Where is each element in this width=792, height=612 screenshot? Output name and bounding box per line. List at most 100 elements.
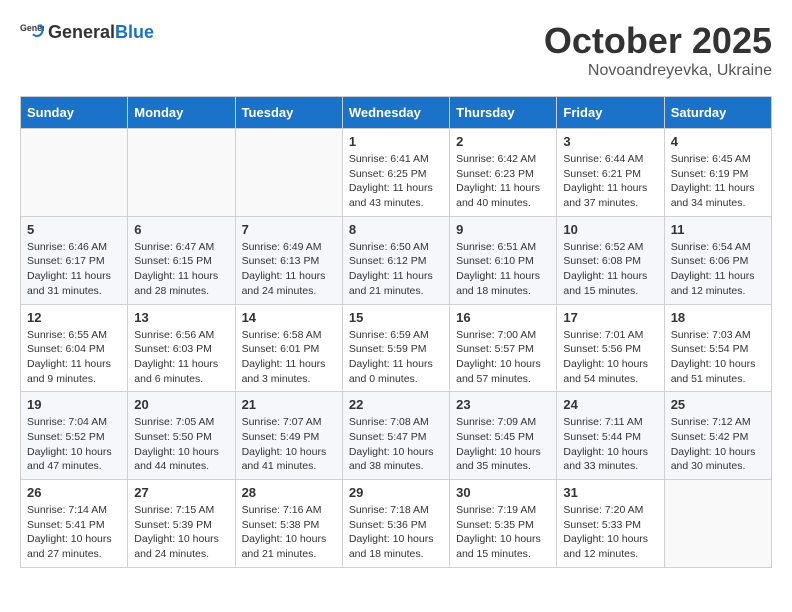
day-info: Sunrise: 6:45 AM Sunset: 6:19 PM Dayligh… <box>671 152 765 211</box>
logo-icon: General <box>20 20 44 44</box>
calendar-cell <box>21 129 128 217</box>
day-number: 22 <box>349 397 443 412</box>
header: General GeneralBlue October 2025 Novoand… <box>20 20 772 80</box>
calendar-cell: 29 Sunrise: 7:18 AM Sunset: 5:36 PM Dayli… <box>342 480 449 568</box>
calendar-cell: 27 Sunrise: 7:15 AM Sunset: 5:39 PM Dayli… <box>128 480 235 568</box>
calendar-cell: 1 Sunrise: 6:41 AM Sunset: 6:25 PM Daylig… <box>342 129 449 217</box>
day-number: 1 <box>349 134 443 149</box>
day-info: Sunrise: 6:44 AM Sunset: 6:21 PM Dayligh… <box>563 152 657 211</box>
day-number: 9 <box>456 222 550 237</box>
day-info: Sunrise: 7:14 AM Sunset: 5:41 PM Dayligh… <box>27 503 121 562</box>
calendar-cell: 24 Sunrise: 7:11 AM Sunset: 5:44 PM Dayli… <box>557 392 664 480</box>
day-info: Sunrise: 7:19 AM Sunset: 5:35 PM Dayligh… <box>456 503 550 562</box>
day-info: Sunrise: 6:50 AM Sunset: 6:12 PM Dayligh… <box>349 240 443 299</box>
weekday-header-sunday: Sunday <box>21 97 128 129</box>
day-info: Sunrise: 7:16 AM Sunset: 5:38 PM Dayligh… <box>242 503 336 562</box>
weekday-header-wednesday: Wednesday <box>342 97 449 129</box>
calendar-cell: 2 Sunrise: 6:42 AM Sunset: 6:23 PM Daylig… <box>450 129 557 217</box>
day-info: Sunrise: 6:56 AM Sunset: 6:03 PM Dayligh… <box>134 328 228 387</box>
day-info: Sunrise: 7:11 AM Sunset: 5:44 PM Dayligh… <box>563 415 657 474</box>
weekday-header-row: SundayMondayTuesdayWednesdayThursdayFrid… <box>21 97 772 129</box>
day-number: 15 <box>349 310 443 325</box>
calendar-cell: 20 Sunrise: 7:05 AM Sunset: 5:50 PM Dayli… <box>128 392 235 480</box>
day-info: Sunrise: 7:20 AM Sunset: 5:33 PM Dayligh… <box>563 503 657 562</box>
day-info: Sunrise: 6:41 AM Sunset: 6:25 PM Dayligh… <box>349 152 443 211</box>
day-number: 6 <box>134 222 228 237</box>
week-row-3: 12 Sunrise: 6:55 AM Sunset: 6:04 PM Dayli… <box>21 304 772 392</box>
logo-blue: Blue <box>115 22 154 43</box>
day-number: 30 <box>456 485 550 500</box>
location-title: Novoandreyevka, Ukraine <box>544 62 772 80</box>
day-info: Sunrise: 7:05 AM Sunset: 5:50 PM Dayligh… <box>134 415 228 474</box>
day-number: 14 <box>242 310 336 325</box>
day-number: 28 <box>242 485 336 500</box>
day-number: 23 <box>456 397 550 412</box>
day-info: Sunrise: 6:52 AM Sunset: 6:08 PM Dayligh… <box>563 240 657 299</box>
day-number: 17 <box>563 310 657 325</box>
day-number: 26 <box>27 485 121 500</box>
week-row-1: 1 Sunrise: 6:41 AM Sunset: 6:25 PM Daylig… <box>21 129 772 217</box>
day-number: 3 <box>563 134 657 149</box>
day-info: Sunrise: 6:49 AM Sunset: 6:13 PM Dayligh… <box>242 240 336 299</box>
day-info: Sunrise: 6:54 AM Sunset: 6:06 PM Dayligh… <box>671 240 765 299</box>
day-info: Sunrise: 7:07 AM Sunset: 5:49 PM Dayligh… <box>242 415 336 474</box>
calendar-cell: 9 Sunrise: 6:51 AM Sunset: 6:10 PM Daylig… <box>450 216 557 304</box>
calendar-cell: 21Sunrise: 7:07 AM Sunset: 5:49 PM Dayli… <box>235 392 342 480</box>
day-info: Sunrise: 7:00 AM Sunset: 5:57 PM Dayligh… <box>456 328 550 387</box>
week-row-4: 19Sunrise: 7:04 AM Sunset: 5:52 PM Dayli… <box>21 392 772 480</box>
week-row-5: 26 Sunrise: 7:14 AM Sunset: 5:41 PM Dayli… <box>21 480 772 568</box>
day-info: Sunrise: 6:42 AM Sunset: 6:23 PM Dayligh… <box>456 152 550 211</box>
calendar-cell: 10 Sunrise: 6:52 AM Sunset: 6:08 PM Dayli… <box>557 216 664 304</box>
calendar-cell: 4 Sunrise: 6:45 AM Sunset: 6:19 PM Daylig… <box>664 129 771 217</box>
logo: General GeneralBlue <box>20 20 154 44</box>
day-number: 8 <box>349 222 443 237</box>
calendar-cell <box>235 129 342 217</box>
day-info: Sunrise: 7:12 AM Sunset: 5:42 PM Dayligh… <box>671 415 765 474</box>
weekday-header-monday: Monday <box>128 97 235 129</box>
day-number: 13 <box>134 310 228 325</box>
day-number: 29 <box>349 485 443 500</box>
day-info: Sunrise: 6:51 AM Sunset: 6:10 PM Dayligh… <box>456 240 550 299</box>
day-number: 27 <box>134 485 228 500</box>
day-info: Sunrise: 7:09 AM Sunset: 5:45 PM Dayligh… <box>456 415 550 474</box>
day-info: Sunrise: 7:18 AM Sunset: 5:36 PM Dayligh… <box>349 503 443 562</box>
calendar-cell: 22 Sunrise: 7:08 AM Sunset: 5:47 PM Dayli… <box>342 392 449 480</box>
day-number: 10 <box>563 222 657 237</box>
day-info: Sunrise: 6:59 AM Sunset: 5:59 PM Dayligh… <box>349 328 443 387</box>
day-number: 19 <box>27 397 121 412</box>
day-info: Sunrise: 7:08 AM Sunset: 5:47 PM Dayligh… <box>349 415 443 474</box>
day-info: Sunrise: 6:55 AM Sunset: 6:04 PM Dayligh… <box>27 328 121 387</box>
calendar-cell: 23 Sunrise: 7:09 AM Sunset: 5:45 PM Dayli… <box>450 392 557 480</box>
calendar-cell: 15 Sunrise: 6:59 AM Sunset: 5:59 PM Dayli… <box>342 304 449 392</box>
day-number: 16 <box>456 310 550 325</box>
day-number: 24 <box>563 397 657 412</box>
weekday-header-friday: Friday <box>557 97 664 129</box>
title-area: October 2025 Novoandreyevka, Ukraine <box>544 20 772 80</box>
calendar-cell: 28 Sunrise: 7:16 AM Sunset: 5:38 PM Dayli… <box>235 480 342 568</box>
day-number: 25 <box>671 397 765 412</box>
calendar-cell: 6 Sunrise: 6:47 AM Sunset: 6:15 PM Daylig… <box>128 216 235 304</box>
day-info: Sunrise: 7:01 AM Sunset: 5:56 PM Dayligh… <box>563 328 657 387</box>
calendar-cell: 26 Sunrise: 7:14 AM Sunset: 5:41 PM Dayli… <box>21 480 128 568</box>
day-number: 20 <box>134 397 228 412</box>
calendar-cell: 16 Sunrise: 7:00 AM Sunset: 5:57 PM Dayli… <box>450 304 557 392</box>
weekday-header-tuesday: Tuesday <box>235 97 342 129</box>
day-info: Sunrise: 7:15 AM Sunset: 5:39 PM Dayligh… <box>134 503 228 562</box>
calendar-cell: 19Sunrise: 7:04 AM Sunset: 5:52 PM Dayli… <box>21 392 128 480</box>
calendar-cell <box>664 480 771 568</box>
day-number: 12 <box>27 310 121 325</box>
day-number: 2 <box>456 134 550 149</box>
day-number: 31 <box>563 485 657 500</box>
calendar-cell: 31 Sunrise: 7:20 AM Sunset: 5:33 PM Dayli… <box>557 480 664 568</box>
calendar-cell: 25 Sunrise: 7:12 AM Sunset: 5:42 PM Dayli… <box>664 392 771 480</box>
calendar-cell: 7 Sunrise: 6:49 AM Sunset: 6:13 PM Daylig… <box>235 216 342 304</box>
day-info: Sunrise: 6:47 AM Sunset: 6:15 PM Dayligh… <box>134 240 228 299</box>
calendar-cell: 11Sunrise: 6:54 AM Sunset: 6:06 PM Dayli… <box>664 216 771 304</box>
day-number: 4 <box>671 134 765 149</box>
day-info: Sunrise: 7:03 AM Sunset: 5:54 PM Dayligh… <box>671 328 765 387</box>
day-number: 5 <box>27 222 121 237</box>
calendar: SundayMondayTuesdayWednesdayThursdayFrid… <box>20 96 772 568</box>
day-number: 7 <box>242 222 336 237</box>
calendar-cell: 8 Sunrise: 6:50 AM Sunset: 6:12 PM Daylig… <box>342 216 449 304</box>
day-number: 18 <box>671 310 765 325</box>
